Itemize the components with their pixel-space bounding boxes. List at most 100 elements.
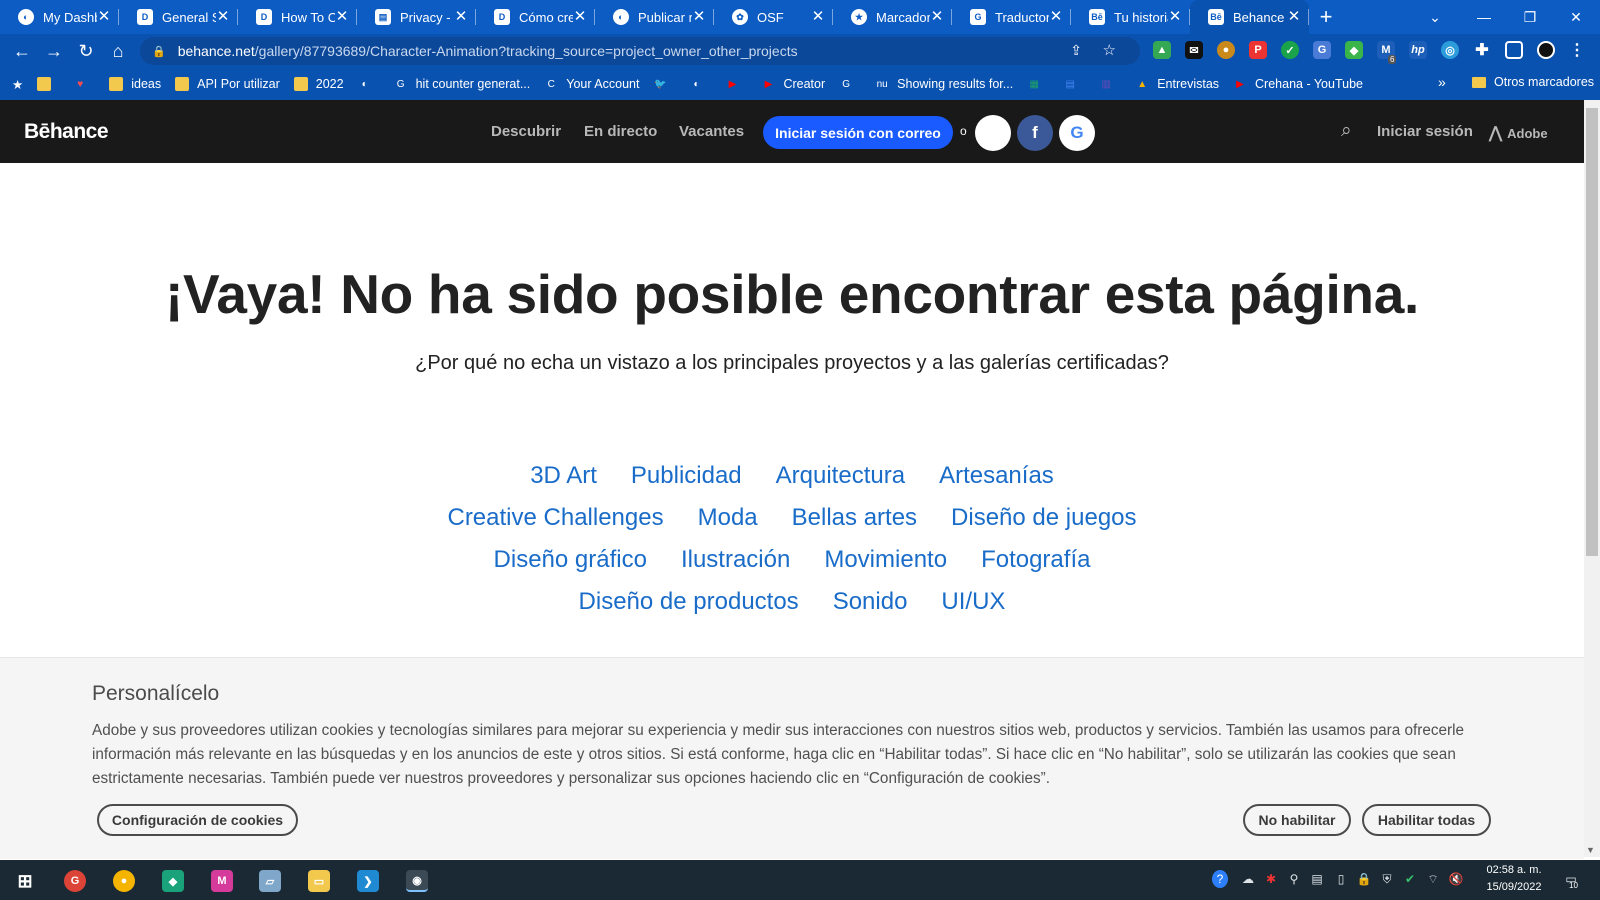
drive-extension-icon[interactable]: ▲ [1153, 41, 1171, 59]
tab-close-icon[interactable]: ✕ [573, 9, 587, 24]
display-icon[interactable]: ▤ [1309, 870, 1325, 888]
back-icon[interactable]: ← [6, 36, 38, 66]
other-bookmarks[interactable]: Otros marcadores [1472, 75, 1594, 89]
bookmark-14[interactable]: ▦ [1027, 77, 1049, 91]
vpn-shield-icon[interactable]: ✔ [1402, 870, 1418, 888]
pinterest-extension-icon[interactable]: P [1249, 41, 1267, 59]
category-link[interactable]: Arquitectura [776, 462, 905, 504]
chrome-active-icon[interactable]: ◉ [406, 870, 428, 892]
security-icon[interactable]: 🔒 [1356, 870, 1372, 888]
address-bar[interactable]: 🔒 behance.net/gallery/87793689/Character… [140, 37, 1140, 65]
defender-icon[interactable]: ⛨ [1379, 870, 1395, 888]
circle-extension-icon[interactable]: ◎ [1441, 41, 1459, 59]
category-link[interactable]: Moda [698, 504, 758, 546]
bookmark-0[interactable] [37, 77, 59, 91]
category-link[interactable]: Fotografía [981, 546, 1090, 588]
bookmark-4[interactable]: 2022 [293, 77, 344, 91]
tab-2[interactable]: D How To Cr✕ [238, 0, 357, 34]
scroll-down-arrow-icon[interactable]: ▼ [1586, 845, 1595, 855]
chrome-icon[interactable]: ● [113, 870, 135, 892]
category-link[interactable]: Movimiento [824, 546, 947, 588]
tab-close-icon[interactable]: ✕ [1287, 9, 1301, 24]
notepad-icon[interactable]: ▱ [259, 870, 281, 892]
app-tray-icon[interactable]: ✱ [1263, 870, 1279, 888]
category-link[interactable]: Publicidad [631, 462, 742, 504]
profile-avatar-icon[interactable] [1537, 41, 1555, 59]
wifi-icon[interactable]: ⌔ [1425, 870, 1441, 888]
bookmark-17[interactable]: ▲ Entrevistas [1135, 77, 1219, 91]
tab-1[interactable]: D General Se✕ [119, 0, 238, 34]
category-link[interactable]: Diseño de juegos [951, 504, 1136, 546]
category-link[interactable]: Bellas artes [792, 504, 917, 546]
tab-close-icon[interactable]: ✕ [930, 9, 944, 24]
category-link[interactable]: Diseño de productos [579, 588, 799, 630]
close-window-button[interactable]: ✕ [1553, 0, 1599, 34]
windows-start-icon[interactable]: ⊞ [14, 870, 36, 892]
bookmark-11[interactable]: ▶ Creator [761, 77, 826, 91]
cookie-accept-button[interactable]: Habilitar todas [1362, 804, 1491, 836]
shield-extension-icon[interactable]: ✓ [1281, 41, 1299, 59]
mail-extension-icon[interactable]: ✉ [1185, 41, 1203, 59]
tab-5[interactable]: ◐ Publicar re✕ [595, 0, 714, 34]
scrollbar-thumb[interactable] [1586, 108, 1598, 556]
tab-4[interactable]: D Cómo crea✕ [476, 0, 595, 34]
tab-close-icon[interactable]: ✕ [335, 9, 349, 24]
cookie-settings-button[interactable]: Configuración de cookies [97, 804, 298, 836]
bookmark-12[interactable]: G [839, 77, 861, 91]
share-icon[interactable]: ⇪ [1070, 42, 1082, 59]
vscode-icon[interactable]: ❯ [357, 870, 379, 892]
bookmark-10[interactable]: ▶ [725, 77, 747, 91]
bookmark-8[interactable]: 🐦 [653, 77, 675, 91]
menu-kebab-icon[interactable]: ⋮ [1568, 41, 1586, 59]
tab-close-icon[interactable]: ✕ [811, 9, 825, 24]
tab-6[interactable]: ✿ OSF ✕ [714, 0, 833, 34]
bookmark-6[interactable]: Ghit counter generat... [394, 77, 531, 91]
home-icon[interactable]: ⌂ [102, 36, 134, 66]
nav-live[interactable]: En directo [584, 123, 657, 140]
category-link[interactable]: Artesanías [939, 462, 1054, 504]
nav-jobs[interactable]: Vacantes [679, 123, 744, 140]
system-clock[interactable]: 02:58 a. m. 15/09/2022 [1476, 862, 1552, 896]
tab-close-icon[interactable]: ✕ [1049, 9, 1063, 24]
forward-icon[interactable]: → [38, 36, 70, 66]
category-link[interactable]: 3D Art [530, 462, 597, 504]
translate-extension-icon[interactable]: G [1313, 41, 1331, 59]
tab-search-chevron-icon[interactable]: ⌄ [1412, 0, 1458, 34]
hp-extension-icon[interactable]: hp [1409, 41, 1427, 59]
bookmarks-overflow[interactable]: » [1438, 74, 1446, 90]
cookie-reject-button[interactable]: No habilitar [1243, 804, 1351, 836]
minimize-button[interactable]: — [1461, 0, 1507, 34]
tab-9[interactable]: Bē Tu historia✕ [1071, 0, 1190, 34]
signin-email-button[interactable]: Iniciar sesión con correo [763, 116, 953, 149]
tab-close-icon[interactable]: ✕ [454, 9, 468, 24]
tab-close-icon[interactable]: ✕ [692, 9, 706, 24]
bookmark-7[interactable]: C Your Account [544, 77, 640, 91]
bookmark-star-icon[interactable]: ★ [12, 77, 23, 92]
bookmark-18[interactable]: ▶ Crehana - YouTube [1233, 77, 1363, 91]
battery-icon[interactable]: ▯ [1333, 870, 1349, 888]
bookmark-3[interactable]: API Por utilizar [175, 77, 280, 91]
category-link[interactable]: Sonido [833, 588, 908, 630]
nav-discover[interactable]: Descubrir [491, 123, 561, 140]
google-signin-button[interactable]: G [1059, 115, 1095, 151]
side-panel-icon[interactable] [1505, 41, 1523, 59]
tab-0[interactable]: ◐ My Dashb ✕ [0, 0, 119, 34]
green-extension-icon[interactable]: ◆ [1345, 41, 1363, 59]
bookmark-star-icon[interactable]: ☆ [1103, 41, 1116, 59]
bookmark-13[interactable]: nu Showing results for... [875, 77, 1014, 91]
apple-signin-button[interactable] [975, 115, 1011, 151]
file-explorer-icon[interactable]: ▭ [308, 870, 330, 892]
help-icon[interactable]: ? [1212, 870, 1228, 888]
volume-muted-icon[interactable]: 🔇 [1448, 870, 1464, 888]
bookmark-1[interactable]: ♥ [73, 77, 95, 91]
bookmark-15[interactable]: ▤ [1063, 77, 1085, 91]
new-tab-button[interactable]: + [1309, 6, 1343, 28]
bookmark-2[interactable]: ideas [109, 77, 161, 91]
tab-close-icon[interactable]: ✕ [1168, 9, 1182, 24]
adobe-link[interactable]: ⋀ Adobe [1489, 123, 1548, 143]
category-link[interactable]: Creative Challenges [447, 504, 663, 546]
category-link[interactable]: UI/UX [941, 588, 1005, 630]
bookmark-5[interactable]: ◐ [358, 77, 380, 91]
app-pink-icon[interactable]: M [211, 870, 233, 892]
category-link[interactable]: Ilustración [681, 546, 790, 588]
